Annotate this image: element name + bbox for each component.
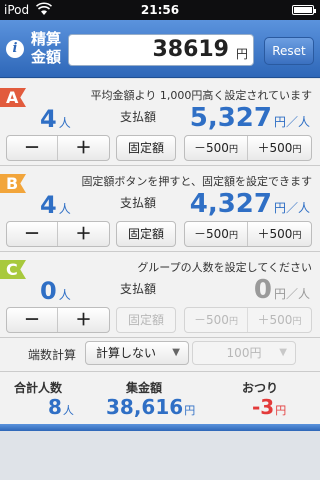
count-plus-button[interactable]: ＋ <box>58 308 109 332</box>
count-minus-button[interactable]: － <box>7 222 58 246</box>
fixed-amount-button[interactable]: 固定額 <box>116 135 176 161</box>
minus-500-button[interactable]: －500円 <box>185 136 248 160</box>
count-minus-button[interactable]: － <box>7 308 58 332</box>
total-amount-unit: 円 <box>235 47 248 61</box>
count-minus-button[interactable]: － <box>7 136 58 160</box>
group-tag-b: B <box>0 174 26 193</box>
count-plus-button[interactable]: ＋ <box>58 222 109 246</box>
amount-stepper: －500円 ＋500円 <box>184 221 312 247</box>
group-pay: 0 円／人 <box>253 275 310 305</box>
bottom-accent-bar <box>0 424 320 431</box>
battery-icon <box>292 5 316 15</box>
group-hint: 平均金額より 1,000円高く設定されています <box>90 89 312 102</box>
pay-label: 支払額 <box>120 282 157 296</box>
clock: 21:56 <box>140 3 180 17</box>
plus-500-button[interactable]: ＋500円 <box>248 136 311 160</box>
group-count: 4人 <box>40 105 71 133</box>
amount-stepper: －500円 ＋500円 <box>184 135 312 161</box>
info-icon[interactable]: i <box>6 40 24 58</box>
group-tag-a: A <box>0 88 26 107</box>
change-value: -3円 <box>252 395 287 419</box>
collected-value: 38,616円 <box>106 395 196 419</box>
divider <box>0 251 320 252</box>
divider <box>0 165 320 166</box>
collected-label: 集金額 <box>126 381 163 395</box>
count-stepper: － ＋ <box>6 135 110 161</box>
total-people-value: 8人 <box>48 395 74 419</box>
divider <box>0 371 320 372</box>
header: i 精算 金額 38619 円 Reset <box>0 20 320 78</box>
reset-button[interactable]: Reset <box>264 37 314 65</box>
chevron-down-icon: ▼ <box>279 347 287 358</box>
fixed-amount-button[interactable]: 固定額 <box>116 221 176 247</box>
total-people-label: 合計人数 <box>14 381 63 395</box>
chevron-down-icon: ▼ <box>172 347 180 358</box>
group-hint: 固定額ボタンを押すと、固定額を設定できます <box>81 175 312 188</box>
group-b: B 固定額ボタンを押すと、固定額を設定できます 4人 支払額 4,327 円／人 … <box>0 165 320 249</box>
totals-row: 合計人数 8人 集金額 38,616円 おつり -3円 <box>0 371 320 424</box>
fixed-amount-button[interactable]: 固定額 <box>116 307 176 333</box>
bottom-area <box>0 431 320 480</box>
plus-500-button[interactable]: ＋500円 <box>248 222 311 246</box>
group-count: 0人 <box>40 277 71 305</box>
amount-stepper: －500円 ＋500円 <box>184 307 312 333</box>
total-amount-label: 精算 金額 <box>31 30 62 66</box>
rounding-row: 端数計算 計算しない ▼ 100円 ▼ <box>0 337 320 371</box>
minus-500-button[interactable]: －500円 <box>185 222 248 246</box>
group-c: C グループの人数を設定してください 0人 支払額 0 円／人 － ＋ 固定額 －… <box>0 251 320 335</box>
total-amount-value: 38619 <box>152 37 229 62</box>
minus-500-button[interactable]: －500円 <box>185 308 248 332</box>
group-pay: 4,327 円／人 <box>189 189 310 219</box>
group-a: A 平均金額より 1,000円高く設定されています 4人 支払額 5,327 円／… <box>0 79 320 163</box>
plus-500-button[interactable]: ＋500円 <box>248 308 311 332</box>
rounding-unit-select[interactable]: 100円 ▼ <box>192 341 296 365</box>
group-count: 4人 <box>40 191 71 219</box>
group-hint: グループの人数を設定してください <box>137 261 312 274</box>
pay-label: 支払額 <box>120 196 157 210</box>
count-stepper: － ＋ <box>6 307 110 333</box>
divider <box>0 337 320 338</box>
count-stepper: － ＋ <box>6 221 110 247</box>
group-tag-c: C <box>0 260 26 279</box>
main-panel: A 平均金額より 1,000円高く設定されています 4人 支払額 5,327 円／… <box>0 79 320 424</box>
group-pay: 5,327 円／人 <box>189 103 310 133</box>
total-amount-field[interactable]: 38619 円 <box>68 34 254 66</box>
rounding-label: 端数計算 <box>28 348 77 362</box>
pay-label: 支払額 <box>120 110 157 124</box>
status-bar: iPod 21:56 <box>0 0 320 20</box>
rounding-mode-select[interactable]: 計算しない ▼ <box>85 341 189 365</box>
count-plus-button[interactable]: ＋ <box>58 136 109 160</box>
change-label: おつり <box>242 381 279 395</box>
